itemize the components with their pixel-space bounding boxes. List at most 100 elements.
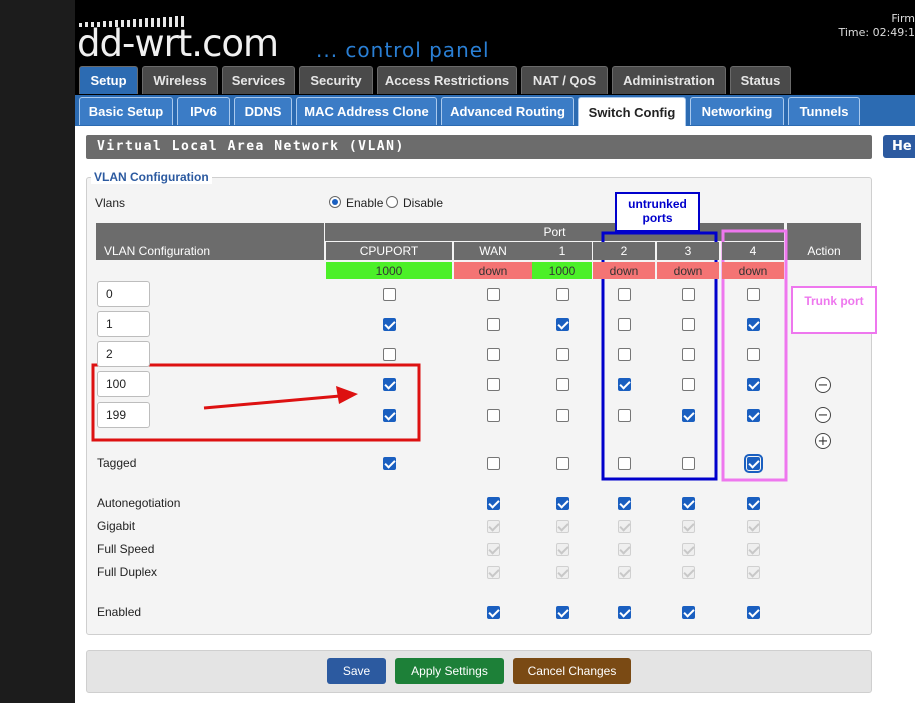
- subtab-mac-address-clone[interactable]: MAC Address Clone: [296, 97, 437, 125]
- setting-checkbox[interactable]: [747, 606, 760, 619]
- setting-checkbox: [487, 566, 500, 579]
- logo: dd-wrt.com: [77, 22, 279, 65]
- vlan-port-checkbox[interactable]: [747, 378, 760, 391]
- setting-checkbox[interactable]: [747, 497, 760, 510]
- vlan-port-checkbox[interactable]: [556, 288, 569, 301]
- save-button[interactable]: Save: [327, 658, 386, 684]
- setting-checkbox: [618, 543, 631, 556]
- vlans-disable-label: Disable: [403, 196, 444, 210]
- vlan-port-checkbox[interactable]: [747, 409, 760, 422]
- setting-checkbox: [747, 520, 760, 533]
- vlan-port-checkbox[interactable]: [556, 409, 569, 422]
- subtab-networking[interactable]: Networking: [690, 97, 784, 125]
- tab-wireless[interactable]: Wireless: [142, 66, 218, 94]
- add-vlan-icon[interactable]: +: [815, 433, 831, 449]
- remove-vlan-199-icon[interactable]: −: [815, 407, 831, 423]
- vlan-port-checkbox[interactable]: [682, 348, 695, 361]
- vlan-port-checkbox[interactable]: [618, 288, 631, 301]
- setting-checkbox: [747, 543, 760, 556]
- port-header: Port: [325, 223, 784, 241]
- vlan-port-checkbox[interactable]: [682, 378, 695, 391]
- setting-checkbox: [682, 543, 695, 556]
- tab-access-restrictions[interactable]: Access Restrictions: [377, 66, 517, 94]
- vlan-port-checkbox[interactable]: [618, 409, 631, 422]
- vlan-port-checkbox[interactable]: [682, 288, 695, 301]
- tagged-label: Tagged: [97, 456, 137, 470]
- tagged-checkbox[interactable]: [556, 457, 569, 470]
- tagged-checkbox[interactable]: [618, 457, 631, 470]
- vlan-port-checkbox[interactable]: [487, 288, 500, 301]
- subtab-basic-setup[interactable]: Basic Setup: [79, 97, 173, 125]
- vlan-id-input[interactable]: 0: [97, 281, 150, 307]
- setting-label: Full Duplex: [97, 565, 158, 579]
- setting-label: Gigabit: [97, 519, 136, 533]
- vlan-port-checkbox[interactable]: [556, 318, 569, 331]
- action-header: Action: [787, 223, 861, 260]
- setting-checkbox[interactable]: [618, 606, 631, 619]
- tab-services[interactable]: Services: [222, 66, 295, 94]
- setting-checkbox[interactable]: [556, 497, 569, 510]
- tagged-checkbox[interactable]: [744, 454, 763, 473]
- vlan-port-checkbox[interactable]: [556, 378, 569, 391]
- vlan-port-checkbox[interactable]: [487, 378, 500, 391]
- vlan-port-checkbox[interactable]: [682, 318, 695, 331]
- vlans-disable-radio[interactable]: [386, 196, 398, 208]
- tagged-checkbox[interactable]: [487, 457, 500, 470]
- vlan-id-input[interactable]: 2: [97, 341, 150, 367]
- vlan-port-checkbox[interactable]: [383, 348, 396, 361]
- tagged-checkbox[interactable]: [682, 457, 695, 470]
- subtab-ddns[interactable]: DDNS: [234, 97, 292, 125]
- vlan-port-checkbox[interactable]: [618, 378, 631, 391]
- vlan-id-input[interactable]: 199: [97, 402, 150, 428]
- setting-checkbox: [682, 520, 695, 533]
- vlans-enable-radio[interactable]: [329, 196, 341, 208]
- remove-vlan-100-icon[interactable]: −: [815, 377, 831, 393]
- logo-subtitle: ... control panel: [316, 38, 490, 62]
- port-status-1: down: [454, 262, 532, 279]
- subtab-ipv6[interactable]: IPv6: [177, 97, 230, 125]
- vlans-label: Vlans: [95, 196, 126, 210]
- setting-checkbox[interactable]: [618, 497, 631, 510]
- setting-checkbox[interactable]: [556, 606, 569, 619]
- setting-checkbox[interactable]: [487, 497, 500, 510]
- setting-checkbox: [487, 543, 500, 556]
- subtab-switch-config[interactable]: Switch Config: [578, 97, 686, 126]
- cancel-changes-button[interactable]: Cancel Changes: [513, 658, 631, 684]
- setting-checkbox[interactable]: [487, 606, 500, 619]
- subtab-tunnels[interactable]: Tunnels: [788, 97, 860, 125]
- tagged-checkbox[interactable]: [383, 457, 396, 470]
- subtab-advanced-routing[interactable]: Advanced Routing: [441, 97, 574, 125]
- tab-nat-qos[interactable]: NAT / QoS: [521, 66, 608, 94]
- port-header-1: WAN: [454, 242, 532, 260]
- vlan-port-checkbox[interactable]: [747, 288, 760, 301]
- setting-checkbox[interactable]: [682, 606, 695, 619]
- tab-security[interactable]: Security: [299, 66, 373, 94]
- vlan-port-checkbox[interactable]: [487, 318, 500, 331]
- vlan-id-input[interactable]: 100: [97, 371, 150, 397]
- vlan-port-checkbox[interactable]: [747, 348, 760, 361]
- vlan-port-checkbox[interactable]: [487, 348, 500, 361]
- vlan-port-checkbox[interactable]: [747, 318, 760, 331]
- setting-checkbox: [556, 543, 569, 556]
- vlans-enable-label: Enable: [346, 196, 384, 210]
- tab-status[interactable]: Status: [730, 66, 791, 94]
- vlan-port-checkbox[interactable]: [383, 378, 396, 391]
- setting-checkbox: [747, 566, 760, 579]
- vlan-port-checkbox[interactable]: [618, 318, 631, 331]
- vlan-port-checkbox[interactable]: [383, 409, 396, 422]
- apply-settings-button[interactable]: Apply Settings: [395, 658, 504, 684]
- help-button[interactable]: He: [883, 135, 915, 158]
- vlan-port-checkbox[interactable]: [556, 348, 569, 361]
- tab-setup[interactable]: Setup: [79, 66, 138, 94]
- port-status-3: down: [593, 262, 655, 279]
- tab-administration[interactable]: Administration: [612, 66, 726, 94]
- vlan-id-input[interactable]: 1: [97, 311, 150, 337]
- vlan-port-checkbox[interactable]: [383, 288, 396, 301]
- setting-checkbox[interactable]: [682, 497, 695, 510]
- setting-checkbox: [682, 566, 695, 579]
- vlan-port-checkbox[interactable]: [682, 409, 695, 422]
- time-label: Time: 02:49:1: [838, 26, 915, 39]
- vlan-port-checkbox[interactable]: [487, 409, 500, 422]
- vlan-port-checkbox[interactable]: [618, 348, 631, 361]
- vlan-port-checkbox[interactable]: [383, 318, 396, 331]
